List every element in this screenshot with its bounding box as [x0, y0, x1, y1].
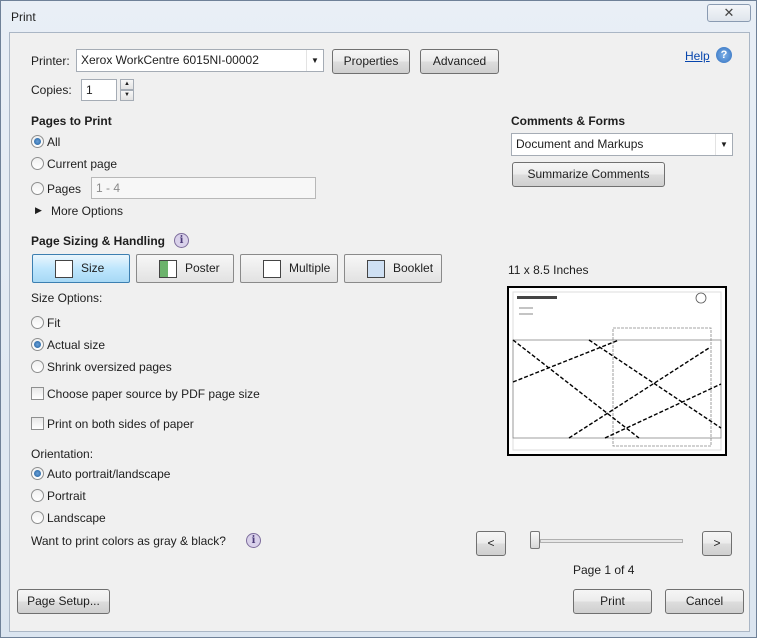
- poster-icon: [159, 260, 177, 278]
- tab-poster[interactable]: Poster: [136, 254, 234, 283]
- print-dialog-window: Print ✕ Printer: Xerox WorkCentre 6015NI…: [0, 0, 757, 638]
- page-sizing-title: Page Sizing & Handling: [31, 234, 166, 248]
- window-title: Print: [11, 10, 36, 24]
- all-pages-label[interactable]: All: [47, 135, 60, 149]
- cancel-button[interactable]: Cancel: [665, 589, 744, 614]
- page-setup-button[interactable]: Page Setup...: [17, 589, 110, 614]
- landscape-radio[interactable]: [31, 511, 44, 524]
- page-slider-track[interactable]: [540, 539, 683, 543]
- help-link[interactable]: Help: [685, 49, 710, 63]
- copies-decrement-button[interactable]: ▼: [120, 90, 134, 101]
- advanced-button[interactable]: Advanced: [420, 49, 499, 74]
- dialog-body: Printer: Xerox WorkCentre 6015NI-00002 ▼…: [9, 32, 750, 632]
- orientation-label: Orientation:: [31, 447, 94, 461]
- next-page-button[interactable]: >: [702, 531, 732, 556]
- current-page-label[interactable]: Current page: [47, 157, 117, 171]
- page-preview-image: [512, 291, 722, 451]
- print-button[interactable]: Print: [573, 589, 652, 614]
- info-icon[interactable]: i: [174, 233, 189, 248]
- copies-label: Copies:: [31, 83, 72, 97]
- page-preview: [507, 286, 727, 456]
- pages-to-print-title: Pages to Print: [31, 114, 112, 128]
- portrait-label[interactable]: Portrait: [47, 489, 86, 503]
- tab-multiple[interactable]: Multiple: [240, 254, 338, 283]
- both-sides-label[interactable]: Print on both sides of paper: [47, 417, 194, 431]
- size-icon: [55, 260, 73, 278]
- page-range-input[interactable]: 1 - 4: [91, 177, 316, 199]
- tab-size-label: Size: [81, 261, 105, 275]
- page-range-radio[interactable]: [31, 182, 44, 195]
- summarize-comments-button[interactable]: Summarize Comments: [512, 162, 665, 187]
- tab-booklet-label: Booklet: [393, 261, 434, 275]
- shrink-oversized-label[interactable]: Shrink oversized pages: [47, 360, 172, 374]
- multiple-pages-icon: [263, 260, 281, 278]
- auto-orientation-label[interactable]: Auto portrait/landscape: [47, 467, 170, 481]
- tab-size[interactable]: Size: [32, 254, 130, 283]
- printer-label: Printer:: [31, 54, 70, 68]
- landscape-label[interactable]: Landscape: [47, 511, 106, 525]
- fit-label[interactable]: Fit: [47, 316, 60, 330]
- actual-size-radio[interactable]: [31, 338, 44, 351]
- title-bar[interactable]: Print ✕: [1, 1, 756, 32]
- paper-source-checkbox[interactable]: [31, 387, 44, 400]
- tab-multiple-label: Multiple: [289, 261, 331, 275]
- booklet-icon: [367, 260, 385, 278]
- gray-black-question: Want to print colors as gray & black?: [31, 534, 226, 548]
- comments-forms-select[interactable]: Document and Markups ▼: [511, 133, 733, 156]
- info-icon[interactable]: i: [246, 533, 261, 548]
- size-options-label: Size Options:: [31, 291, 103, 305]
- all-pages-radio[interactable]: [31, 135, 44, 148]
- tab-booklet[interactable]: Booklet: [344, 254, 442, 283]
- preview-size-text: 11 x 8.5 Inches: [508, 263, 589, 277]
- chevron-down-icon: ▼: [715, 134, 732, 155]
- both-sides-checkbox[interactable]: [31, 417, 44, 430]
- help-icon[interactable]: ?: [716, 47, 732, 63]
- page-info-text: Page 1 of 4: [573, 563, 635, 577]
- actual-size-label[interactable]: Actual size: [47, 338, 105, 352]
- portrait-radio[interactable]: [31, 489, 44, 502]
- paper-source-label[interactable]: Choose paper source by PDF page size: [47, 387, 260, 401]
- copies-increment-button[interactable]: ▲: [120, 79, 134, 90]
- printer-select[interactable]: Xerox WorkCentre 6015NI-00002 ▼: [76, 49, 324, 72]
- tab-poster-label: Poster: [185, 261, 220, 275]
- printer-select-value: Xerox WorkCentre 6015NI-00002: [81, 53, 259, 67]
- comments-forms-title: Comments & Forms: [511, 114, 626, 128]
- chevron-down-icon: ▼: [306, 50, 323, 71]
- shrink-oversized-radio[interactable]: [31, 360, 44, 373]
- page-slider-thumb[interactable]: [530, 531, 540, 549]
- comments-forms-select-value: Document and Markups: [516, 137, 644, 151]
- expand-triangle-icon[interactable]: ▶: [35, 205, 42, 216]
- page-range-label[interactable]: Pages: [47, 182, 81, 196]
- auto-orientation-radio[interactable]: [31, 467, 44, 480]
- properties-button[interactable]: Properties: [332, 49, 410, 74]
- more-options-toggle[interactable]: More Options: [51, 204, 123, 218]
- fit-radio[interactable]: [31, 316, 44, 329]
- copies-input[interactable]: 1: [81, 79, 117, 101]
- close-button[interactable]: ✕: [707, 4, 751, 22]
- current-page-radio[interactable]: [31, 157, 44, 170]
- previous-page-button[interactable]: <: [476, 531, 506, 556]
